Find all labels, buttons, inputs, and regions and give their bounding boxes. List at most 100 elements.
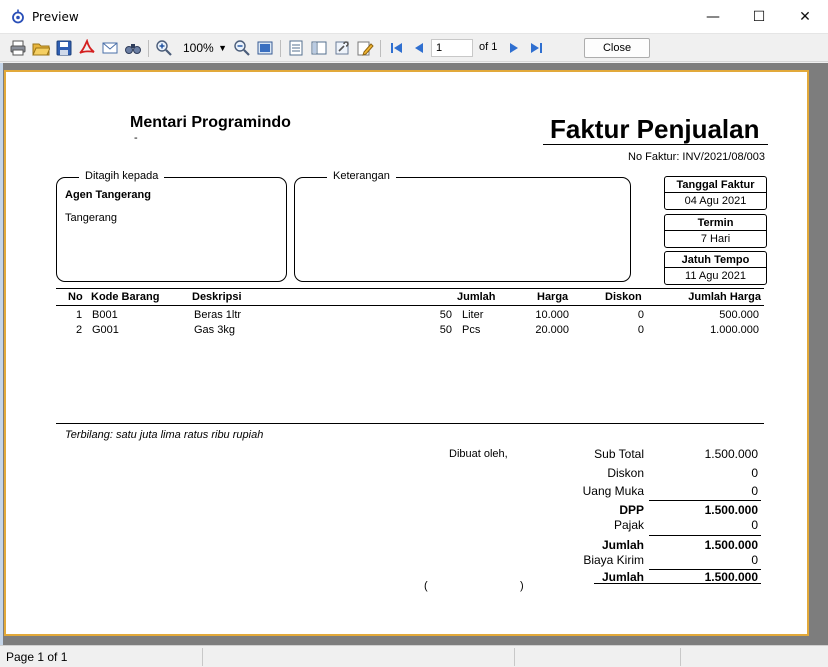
row-amount: 1.000.000	[710, 324, 759, 336]
page-count-label: of 1	[479, 41, 498, 53]
first-page-icon[interactable]	[387, 39, 405, 57]
row-price: 10.000	[535, 309, 569, 321]
grand-total-underline	[594, 583, 761, 584]
company-name: Mentari Programindo	[130, 114, 291, 131]
row-price: 20.000	[535, 324, 569, 336]
row-amount: 500.000	[719, 309, 759, 321]
subtotal-value: 1.500.000	[704, 447, 758, 461]
toolbar-separator	[148, 40, 149, 57]
status-divider	[514, 648, 515, 666]
row-unit: Pcs	[462, 324, 481, 336]
status-bar: Page 1 of 1	[0, 645, 828, 667]
col-discount: Diskon	[605, 291, 642, 303]
col-description: Deskripsi	[192, 291, 242, 303]
invoice-date-label: Tanggal Faktur	[665, 177, 766, 193]
down-payment-value: 0	[751, 484, 758, 498]
term-label: Termin	[665, 215, 766, 231]
discount-label: Diskon	[607, 466, 644, 480]
last-page-icon[interactable]	[528, 39, 546, 57]
table-bottom-rule	[56, 423, 764, 424]
edit-icon[interactable]	[356, 39, 374, 57]
toolbar-separator	[280, 40, 281, 57]
grand-total-label: Jumlah	[601, 570, 644, 584]
row-unit: Liter	[462, 309, 484, 321]
row-qty: 50	[439, 324, 452, 336]
next-page-icon[interactable]	[505, 39, 523, 57]
preview-left-edge	[0, 63, 3, 645]
col-amount: Jumlah Harga	[688, 291, 761, 303]
col-no: No	[68, 291, 83, 303]
totals-rule	[649, 535, 761, 536]
col-qty: Jumlah	[457, 291, 496, 303]
down-payment-label: Uang Muka	[582, 484, 644, 498]
due-date-value: 11 Agu 2021	[685, 270, 746, 282]
grand-total-value: 1.500.000	[704, 570, 758, 584]
row-no: 1	[76, 309, 83, 321]
total-label: Jumlah	[601, 538, 644, 552]
notes-label: Keterangan	[327, 170, 396, 182]
invoice-date-box: Tanggal Faktur 04 Agu 2021	[664, 176, 767, 210]
app-icon	[12, 9, 24, 24]
zoom-value: 100%	[183, 41, 214, 55]
find-icon[interactable]	[124, 39, 142, 57]
shipping-value: 0	[751, 553, 758, 567]
zoom-in-icon[interactable]	[155, 39, 173, 57]
row-discount: 0	[637, 309, 644, 321]
row-code: B001	[92, 309, 118, 321]
page-setup-icon[interactable]	[287, 39, 305, 57]
status-page: Page 1 of 1	[6, 650, 68, 664]
close-button[interactable]: Close	[584, 38, 650, 58]
tools-icon[interactable]	[333, 39, 351, 57]
prev-page-icon[interactable]	[410, 39, 428, 57]
bill-to-name: Agen Tangerang	[65, 189, 151, 201]
row-code: G001	[92, 324, 119, 336]
total-value: 1.500.000	[704, 538, 758, 552]
signature-open: (	[424, 580, 428, 592]
bill-to-box: Ditagih kepada Agen Tangerang Tangerang	[56, 170, 287, 282]
open-icon[interactable]	[32, 39, 50, 57]
minimize-button[interactable]: —	[690, 0, 736, 34]
dpp-value: 1.500.000	[704, 503, 758, 517]
zoom-select[interactable]: 100% ▼	[179, 39, 229, 58]
amount-in-words: Terbilang: satu juta lima ratus ribu rup…	[65, 429, 264, 441]
toolbar: 100% ▼ 1 of 1 Close	[0, 34, 828, 62]
col-code: Kode Barang	[91, 291, 160, 303]
maximize-button[interactable]: ☐	[736, 0, 782, 34]
term-value: 7 Hari	[700, 233, 731, 245]
dpp-label: DPP	[619, 503, 644, 517]
outline-icon[interactable]	[310, 39, 328, 57]
save-icon[interactable]	[55, 39, 73, 57]
invoice-page: Mentari Programindo - Faktur Penjualan N…	[4, 70, 809, 636]
table-header-rule	[56, 305, 764, 306]
zoom-out-icon[interactable]	[233, 39, 251, 57]
title-underline	[543, 144, 768, 145]
email-icon[interactable]	[101, 39, 119, 57]
window-title: Preview	[32, 10, 79, 24]
row-description: Gas 3kg	[194, 324, 235, 336]
page-number-input[interactable]: 1	[431, 39, 473, 57]
bill-to-city: Tangerang	[65, 212, 117, 224]
tax-value: 0	[751, 518, 758, 532]
discount-value: 0	[751, 466, 758, 480]
row-description: Beras 1ltr	[194, 309, 242, 321]
chevron-down-icon: ▼	[218, 43, 227, 53]
invoice-date-value: 04 Agu 2021	[684, 195, 747, 207]
table-top-rule	[56, 288, 764, 289]
totals-rule	[649, 500, 761, 501]
row-qty: 50	[439, 309, 452, 321]
pdf-icon[interactable]	[78, 39, 96, 57]
page-width-icon[interactable]	[256, 39, 274, 57]
term-box: Termin 7 Hari	[664, 214, 767, 248]
row-discount: 0	[637, 324, 644, 336]
shipping-label: Biaya Kirim	[583, 553, 644, 567]
bill-to-label: Ditagih kepada	[79, 170, 165, 182]
tax-label: Pajak	[613, 518, 644, 532]
row-no: 2	[76, 324, 83, 336]
col-price: Harga	[537, 291, 569, 303]
print-icon[interactable]	[9, 39, 27, 57]
made-by-label: Dibuat oleh,	[449, 448, 508, 460]
close-window-button[interactable]: ✕	[782, 0, 828, 34]
status-divider	[680, 648, 681, 666]
notes-box: Keterangan	[294, 170, 631, 282]
due-date-box: Jatuh Tempo 11 Agu 2021	[664, 251, 767, 285]
